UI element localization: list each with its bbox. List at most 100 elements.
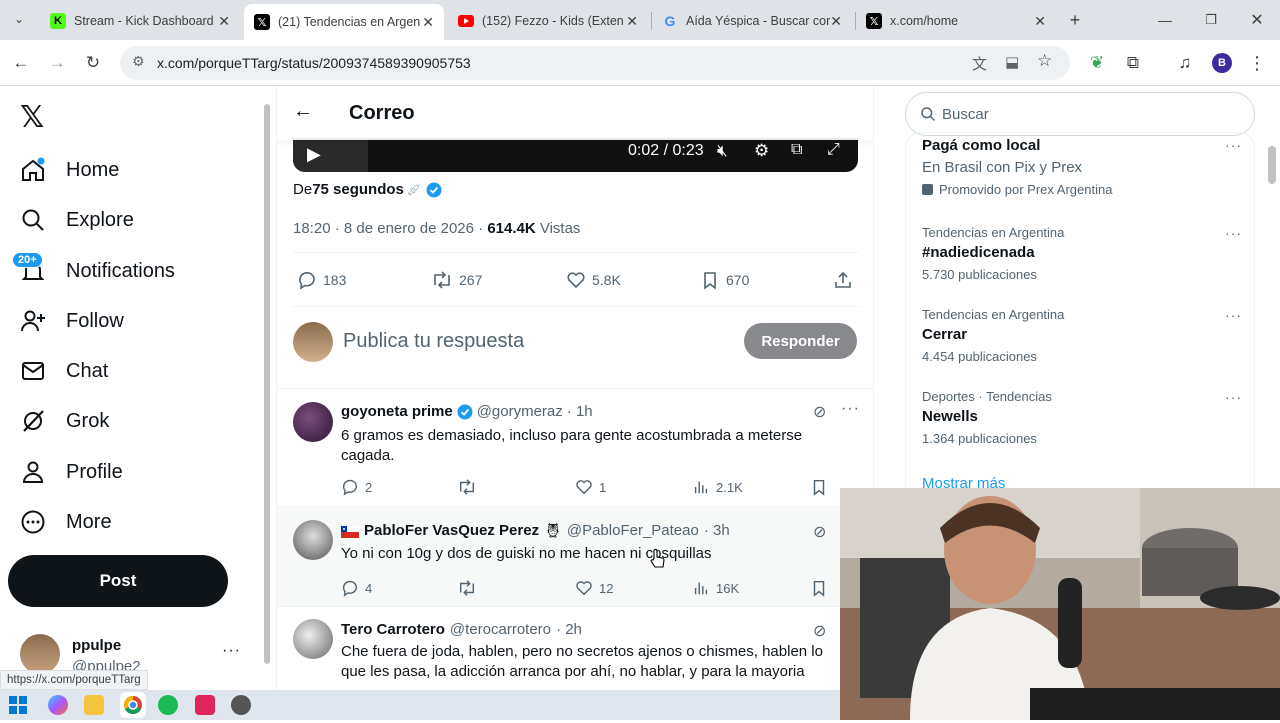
nav-more[interactable]: More <box>20 502 112 542</box>
tab-youtube[interactable]: (152) Fezzo - Kids (Exten ✕ <box>448 6 648 36</box>
windows-start-icon[interactable] <box>8 695 28 715</box>
account-menu-dots-icon[interactable]: ··· <box>222 642 241 660</box>
new-tab-plus-icon[interactable]: + <box>1062 7 1088 33</box>
reply-submit-button[interactable]: Responder <box>744 323 857 359</box>
install-icon[interactable]: ⬓ <box>1005 53 1019 71</box>
sidebar-scrollbar[interactable] <box>1268 146 1276 184</box>
more-dots-icon[interactable]: ··· <box>841 400 860 418</box>
back-arrow-icon[interactable]: ← <box>8 50 34 76</box>
reply-bookmark-button[interactable] <box>810 478 834 496</box>
reply-bookmark-button[interactable] <box>810 579 834 597</box>
page-scrollbar[interactable] <box>262 92 272 682</box>
grok-explain-icon[interactable]: ⊘ <box>813 522 826 542</box>
close-icon[interactable]: ✕ <box>626 13 638 30</box>
mute-icon[interactable]: 🔇︎ <box>717 141 728 161</box>
nav-profile[interactable]: Profile <box>20 452 123 492</box>
reply-like-button[interactable]: 12 <box>575 579 613 597</box>
play-icon[interactable]: ▶ <box>307 144 321 165</box>
pip-icon[interactable]: ⧉ <box>791 141 802 159</box>
copilot-icon[interactable] <box>48 695 68 715</box>
reply-reply-button[interactable]: 4 <box>341 579 372 597</box>
reply-item[interactable]: goyoneta prime @gorymeraz · 1h ⊘ ··· 6 g… <box>277 389 873 506</box>
reply-avatar[interactable] <box>293 402 333 442</box>
site-info-icon[interactable]: ⚙ <box>132 53 145 70</box>
post-button[interactable]: Post <box>8 555 228 607</box>
share-button[interactable] <box>833 270 859 290</box>
close-icon[interactable]: ✕ <box>218 13 230 30</box>
restore-icon[interactable]: ❐ <box>1198 7 1224 33</box>
like-count-button[interactable]: 5.8K <box>566 270 621 290</box>
extension-leaf-icon[interactable]: ❦ <box>1084 50 1110 76</box>
close-icon[interactable]: ✕ <box>830 13 842 30</box>
search-input[interactable]: Buscar <box>942 106 989 123</box>
bookmark-star-icon[interactable]: ☆ <box>1037 51 1052 71</box>
minimize-icon[interactable]: — <box>1152 7 1178 33</box>
reply-author-name[interactable]: Tero Carrotero <box>341 621 445 638</box>
search-box[interactable]: Buscar <box>905 92 1255 136</box>
reply-count-button[interactable]: 183 <box>297 270 346 290</box>
file-explorer-icon[interactable] <box>84 695 104 715</box>
reply-input[interactable]: Publica tu respuesta <box>343 330 524 353</box>
notification-badge: 20+ <box>12 252 43 268</box>
back-arrow-icon[interactable]: ← <box>293 100 313 123</box>
profile-avatar[interactable]: B <box>1212 53 1232 73</box>
close-icon[interactable]: ✕ <box>1034 13 1046 30</box>
x-logo-icon[interactable]: 𝕏 <box>20 100 44 135</box>
nav-notifications[interactable]: 20+ Notifications <box>12 251 175 291</box>
tab-kick[interactable]: K Stream - Kick Dashboard ✕ <box>40 6 240 36</box>
fullscreen-icon[interactable]: ⤢ <box>827 141 840 159</box>
chrome-taskbar-icon[interactable] <box>120 692 146 718</box>
tab-google[interactable]: G Aída Yéspica - Buscar cor ✕ <box>652 6 852 36</box>
grok-explain-icon[interactable]: ⊘ <box>813 621 826 641</box>
reply-repost-button[interactable] <box>457 478 483 496</box>
extensions-puzzle-icon[interactable]: ⧉ <box>1120 50 1146 76</box>
views-label: Vistas <box>539 220 581 237</box>
nav-chat[interactable]: Chat <box>20 351 108 391</box>
reply-item[interactable]: PabloFer VasQuez Perez 🦉︎ @PabloFer_Pate… <box>277 507 873 606</box>
window-close-icon[interactable]: ✕ <box>1244 7 1270 33</box>
tab-x-tendencias[interactable]: 𝕏 (21) Tendencias en Argen ✕ <box>244 4 444 40</box>
translate-icon[interactable]: 文 <box>972 53 987 74</box>
trend-item[interactable]: Tendencias en Argentina Cerrar 4.454 pub… <box>922 307 1242 364</box>
reply-views-button[interactable]: 2.1K <box>692 478 743 496</box>
menu-kebab-icon[interactable]: ⋮ <box>1244 50 1270 76</box>
app-red-icon[interactable] <box>195 695 215 715</box>
reply-repost-button[interactable] <box>457 579 483 597</box>
reload-icon[interactable]: ↻ <box>80 50 106 76</box>
more-dots-icon[interactable]: ··· <box>1225 389 1242 405</box>
forward-arrow-icon[interactable]: → <box>44 50 70 76</box>
obs-icon[interactable] <box>231 695 251 715</box>
address-bar[interactable]: ⚙ x.com/porqueTTarg/status/2009374589390… <box>120 46 1070 80</box>
settings-gear-icon[interactable]: ⚙ <box>754 141 769 161</box>
media-control-icon[interactable]: ♫ <box>1172 50 1198 76</box>
video-player[interactable]: ▶ 0:02 / 0:23 🔇︎ ⚙ ⧉ ⤢ <box>293 138 858 172</box>
nav-follow[interactable]: Follow <box>20 301 124 341</box>
nav-home[interactable]: Home <box>20 150 119 190</box>
repost-icon <box>459 580 475 596</box>
more-dots-icon[interactable]: ··· <box>1225 137 1242 153</box>
repost-count-button[interactable]: 267 <box>431 270 482 290</box>
reply-avatar[interactable] <box>293 619 333 659</box>
trend-item[interactable]: Deportes · Tendencias Newells 1.364 publ… <box>922 389 1242 446</box>
account-avatar[interactable] <box>20 634 60 674</box>
reply-avatar[interactable] <box>293 520 333 560</box>
tab-x-home[interactable]: 𝕏 x.com/home ✕ <box>856 6 1056 36</box>
reply-views-button[interactable]: 16K <box>692 579 739 597</box>
close-icon[interactable]: ✕ <box>422 14 434 31</box>
more-dots-icon[interactable]: ··· <box>1225 225 1242 241</box>
source-name-link[interactable]: 75 segundos <box>312 181 404 198</box>
reply-author-name[interactable]: goyoneta prime <box>341 403 453 420</box>
reply-item[interactable]: Tero Carrotero @terocarrotero · 2h ⊘ Che… <box>277 607 873 690</box>
reply-author-name[interactable]: PabloFer VasQuez Perez <box>364 522 539 539</box>
bookmark-count-button[interactable]: 670 <box>700 270 749 290</box>
more-dots-icon[interactable]: ··· <box>1225 307 1242 323</box>
trend-item-promoted[interactable]: Pagá como local En Brasil con Pix y Prex… <box>922 137 1242 197</box>
reply-reply-button[interactable]: 2 <box>341 478 372 496</box>
spotify-icon[interactable] <box>158 695 178 715</box>
nav-grok[interactable]: Grok <box>20 401 109 441</box>
nav-explore[interactable]: Explore <box>20 200 134 240</box>
grok-explain-icon[interactable]: ⊘ <box>813 402 826 422</box>
tab-search-button[interactable]: ⌄ <box>6 6 32 32</box>
reply-like-button[interactable]: 1 <box>575 478 606 496</box>
trend-item[interactable]: Tendencias en Argentina #nadiedicenada 5… <box>922 225 1242 282</box>
